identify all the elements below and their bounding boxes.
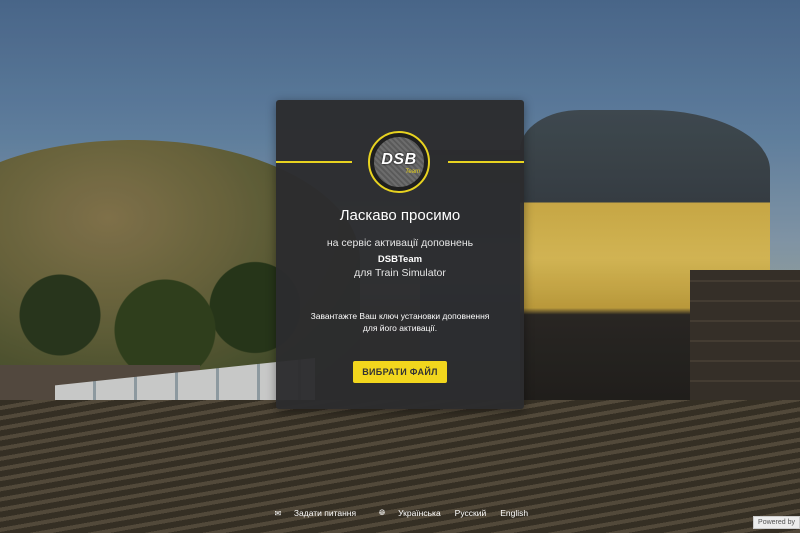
choose-file-button[interactable]: ВИБРАТИ ФАЙЛ: [353, 361, 447, 383]
logo-subtext: Team: [405, 169, 420, 175]
ask-question-link[interactable]: Задати питання: [294, 508, 356, 518]
footer: ✉ Задати питання 🌐︎ Українська Русский E…: [0, 506, 800, 520]
brand-name: DSBTeam: [377, 254, 423, 265]
mail-icon[interactable]: ✉: [272, 509, 284, 518]
globe-icon: 🌐︎: [378, 508, 386, 517]
upload-instruction: Завантажте Ваш ключ установки доповнення…: [296, 310, 504, 334]
logo-divider-left: [276, 161, 352, 163]
language-english[interactable]: English: [500, 508, 528, 518]
service-subtitle: на сервіс активації доповнень: [326, 237, 474, 249]
instruction-line-1: Завантажте Ваш ключ установки доповнення: [310, 311, 490, 321]
logo-text: DSB: [381, 151, 417, 168]
product-name: для Train Simulator: [354, 267, 446, 279]
dsb-logo: DSB Team: [368, 131, 430, 193]
logo-divider-right: [448, 161, 524, 163]
language-russian[interactable]: Русский: [455, 508, 487, 518]
activation-card: DSB Team Ласкаво просимо на сервіс актив…: [276, 100, 524, 409]
powered-by-badge[interactable]: Powered by: [753, 516, 800, 529]
welcome-title: Ласкаво просимо: [339, 207, 461, 224]
instruction-line-2: для його активації.: [362, 323, 438, 333]
language-ukrainian[interactable]: Українська: [398, 508, 441, 518]
